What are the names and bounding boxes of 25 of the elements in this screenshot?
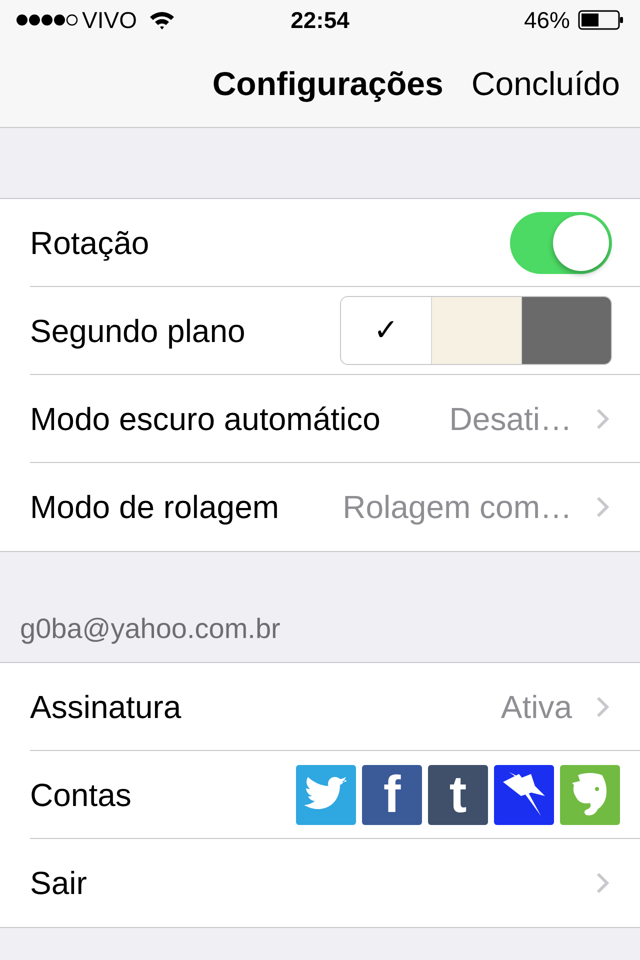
carrier-name: VIVO bbox=[82, 6, 137, 35]
screen-title: Configurações bbox=[212, 64, 444, 104]
logo-letter: t bbox=[449, 768, 467, 820]
signal-icon bbox=[16, 13, 78, 27]
setting-label: Contas bbox=[30, 776, 132, 814]
battery-icon bbox=[578, 10, 624, 30]
clock-time: 22:54 bbox=[290, 6, 350, 35]
service-button[interactable]: t bbox=[428, 764, 488, 824]
service-button[interactable] bbox=[494, 764, 554, 824]
logo-letter: f bbox=[383, 768, 401, 820]
wifi-icon bbox=[148, 10, 175, 30]
setting-label: Modo escuro automático bbox=[30, 400, 380, 438]
setting-value: Rolagem com… bbox=[342, 488, 572, 527]
setting-label: Rotação bbox=[30, 224, 150, 263]
setting-value: Ativa bbox=[500, 688, 572, 726]
setting-label: Modo de rolagem bbox=[30, 488, 280, 527]
setting-label: Segundo plano bbox=[30, 312, 246, 351]
service-button[interactable]: f bbox=[362, 764, 422, 824]
battery-percentage: 46% bbox=[524, 6, 570, 35]
toggle-switch[interactable] bbox=[510, 212, 612, 274]
done-button[interactable]: Concluído bbox=[471, 58, 620, 108]
setting-label: Assinatura bbox=[30, 688, 182, 726]
setting-label: Sair bbox=[30, 864, 87, 903]
setting-value: Desati… bbox=[449, 400, 572, 438]
section-header: g0ba@yahoo.com.br bbox=[20, 612, 280, 646]
